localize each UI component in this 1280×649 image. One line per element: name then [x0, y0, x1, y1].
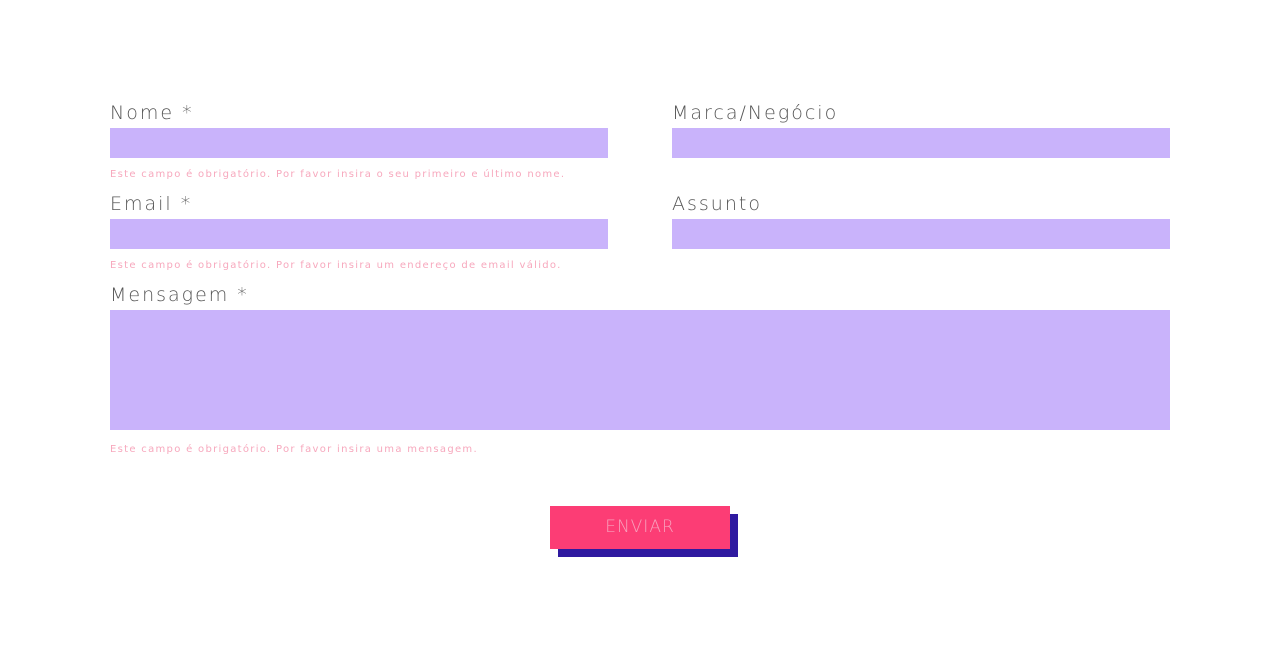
- email-error-message: Este campo é obrigatório. Por favor insi…: [110, 260, 562, 271]
- marca-input[interactable]: [672, 128, 1170, 158]
- submit-button[interactable]: ENVIAR: [550, 506, 730, 549]
- assunto-label: Assunto: [672, 193, 762, 215]
- mensagem-error-message: Este campo é obrigatório. Por favor insi…: [110, 444, 478, 455]
- marca-label: Marca/Negócio: [672, 102, 839, 124]
- assunto-input[interactable]: [672, 219, 1170, 249]
- email-input[interactable]: [110, 219, 608, 249]
- nome-error-message: Este campo é obrigatório. Por favor insi…: [110, 169, 566, 180]
- email-label: Email *: [110, 193, 193, 215]
- mensagem-label: Mensagem *: [110, 284, 249, 306]
- nome-label: Nome *: [110, 102, 194, 124]
- mensagem-textarea[interactable]: [110, 310, 1170, 430]
- nome-input[interactable]: [110, 128, 608, 158]
